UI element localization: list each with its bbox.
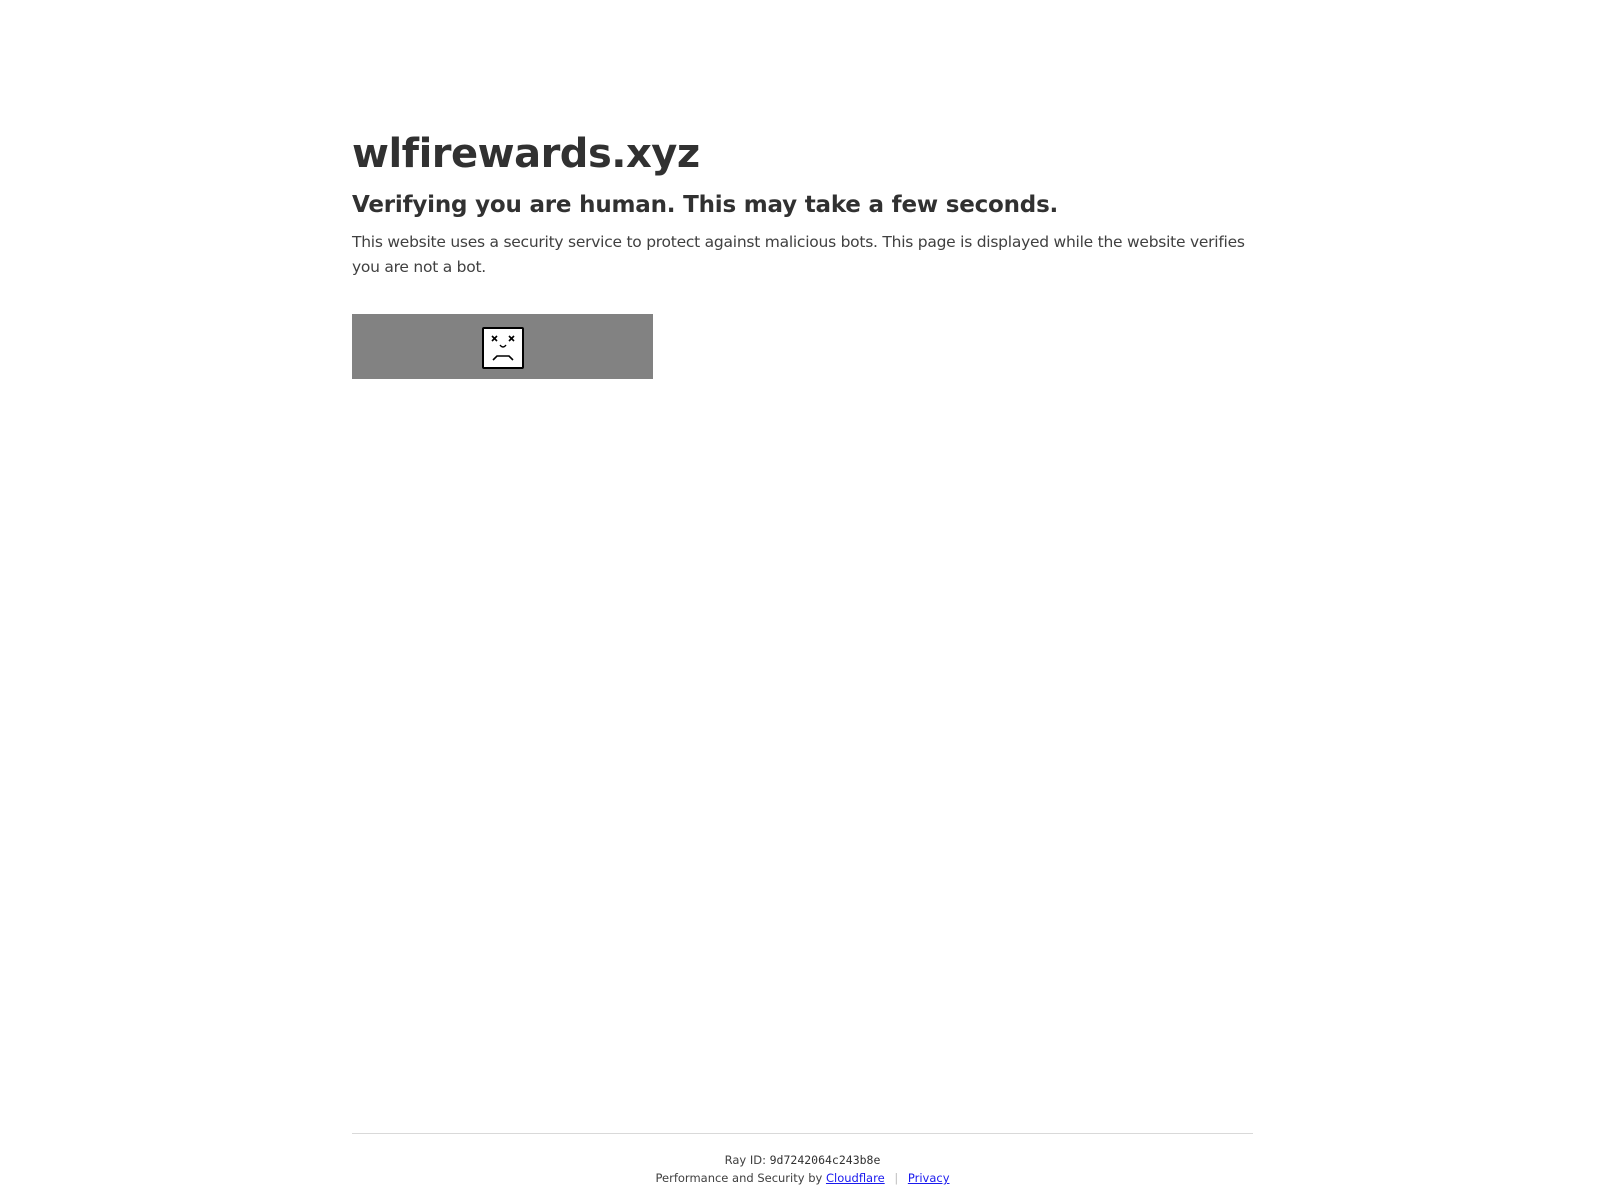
challenge-widget[interactable]: [352, 314, 653, 379]
footer-separator: |: [894, 1171, 899, 1185]
verification-heading: Verifying you are human. This may take a…: [352, 192, 1059, 218]
ray-id-label: Ray ID:: [724, 1153, 766, 1167]
ray-id-line: Ray ID: 9d7242064c243b8e: [352, 1152, 1253, 1168]
ray-id-value: 9d7242064c243b8e: [769, 1153, 881, 1167]
site-name: wlfirewards.xyz: [352, 131, 700, 177]
privacy-link[interactable]: Privacy: [908, 1171, 950, 1185]
performance-line: Performance and Security by Cloudflare |…: [352, 1170, 1253, 1186]
sad-face-error-icon: [482, 327, 524, 369]
footer: Ray ID: 9d7242064c243b8e Performance and…: [352, 1133, 1253, 1186]
main-content: wlfirewards.xyz Verifying you are human.…: [352, 126, 1252, 379]
performance-text: Performance and Security by: [655, 1171, 823, 1185]
cloudflare-link[interactable]: Cloudflare: [826, 1171, 885, 1185]
verification-description: This website uses a security service to …: [352, 233, 1245, 276]
